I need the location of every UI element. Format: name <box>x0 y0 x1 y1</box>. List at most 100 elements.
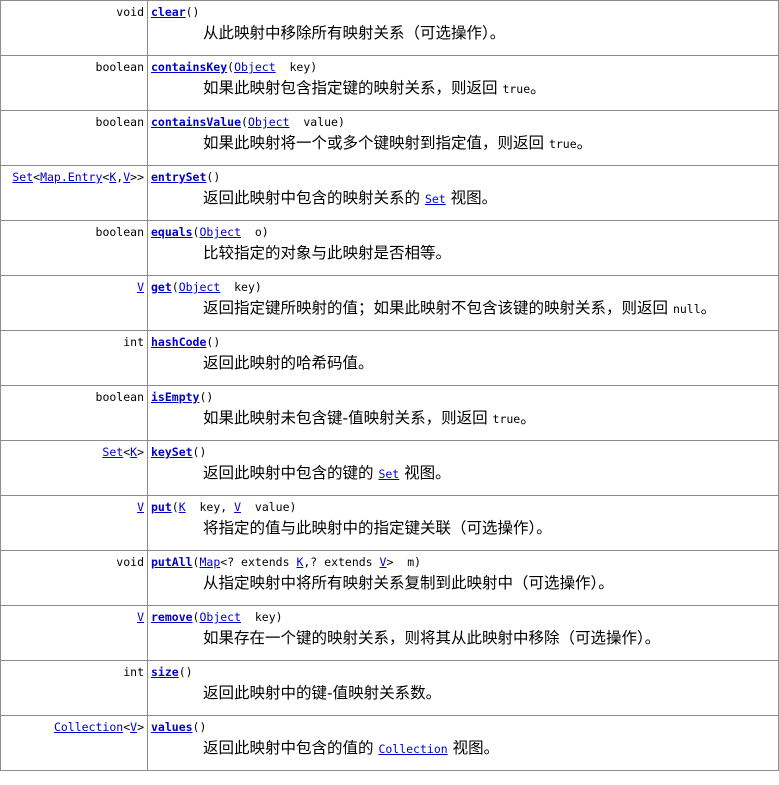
description-text: 返回此映射中包含的值的 <box>203 739 379 757</box>
method-signature: isEmpty() <box>151 390 778 405</box>
type-link[interactable]: Object <box>199 610 241 624</box>
method-description: 返回此映射中包含的映射关系的 Set 视图。 <box>203 188 778 209</box>
method-row: void putAll(Map<? extends K,? extends V> … <box>0 550 779 606</box>
type-link[interactable]: Set <box>378 467 399 481</box>
parameter-text: key) <box>220 280 262 294</box>
return-type: boolean <box>0 220 148 276</box>
description-text: 返回此映射中的键-值映射关系数。 <box>203 684 442 702</box>
method-detail: containsValue(Object value) 如果此映射将一个或多个键映… <box>147 110 779 166</box>
return-type-text: int <box>123 335 144 349</box>
type-link[interactable]: Object <box>179 280 221 294</box>
description-text: 。 <box>520 409 536 427</box>
parameter-text: key) <box>241 610 283 624</box>
method-name-link[interactable]: keySet <box>151 445 193 459</box>
type-link[interactable]: Collection <box>54 720 123 734</box>
parameter-text: () <box>206 335 221 349</box>
method-row: Set<Map.Entry<K,V>> entrySet() 返回此映射中包含的映射… <box>0 165 779 221</box>
method-row: boolean containsKey(Object key) 如果此映射包含指定键… <box>0 55 779 111</box>
method-detail: put(K key, V value) 将指定的值与此映射中的指定键关联（可选操作… <box>147 495 779 551</box>
method-description: 从此映射中移除所有映射关系（可选操作）。 <box>203 23 778 43</box>
type-link[interactable]: Set <box>102 445 123 459</box>
method-name-link[interactable]: remove <box>151 610 193 624</box>
method-name-link[interactable]: get <box>151 280 172 294</box>
return-type-text: boolean <box>95 60 144 74</box>
parameter-text: ( <box>171 500 179 514</box>
description-text: 从此映射中移除所有映射关系（可选操作）。 <box>203 24 506 42</box>
parameter-text: () <box>192 445 207 459</box>
method-signature: containsKey(Object key) <box>151 60 778 75</box>
method-row: boolean isEmpty() 如果此映射未包含键-值映射关系，则返回 true… <box>0 385 779 441</box>
return-type-text: void <box>116 555 144 569</box>
return-type-text: > <box>137 720 144 734</box>
method-row: boolean equals(Object o) 比较指定的对象与此映射是否相等。 <box>0 220 779 276</box>
method-signature: clear() <box>151 5 778 20</box>
description-text: 返回此映射的哈希码值。 <box>203 354 374 372</box>
type-link[interactable]: V <box>137 500 144 514</box>
method-name-link[interactable]: size <box>151 665 179 679</box>
method-description: 如果此映射未包含键-值映射关系，则返回 true。 <box>203 408 778 429</box>
type-link[interactable]: Set <box>425 192 446 206</box>
method-description: 如果此映射将一个或多个键映射到指定值，则返回 true。 <box>203 133 778 154</box>
method-name-link[interactable]: putAll <box>151 555 193 569</box>
type-link[interactable]: Object <box>234 60 276 74</box>
type-link[interactable]: Object <box>248 115 290 129</box>
code-literal: true <box>548 137 577 151</box>
method-description: 返回此映射中包含的值的 Collection 视图。 <box>203 738 778 759</box>
parameter-text: value) <box>289 115 345 129</box>
method-row: Vremove(Object key) 如果存在一个键的映射关系，则将其从此映射中… <box>0 605 779 661</box>
return-type: int <box>0 330 148 386</box>
parameter-text: () <box>199 390 214 404</box>
code-literal: null <box>672 302 701 316</box>
method-signature: values() <box>151 720 778 735</box>
method-signature: containsValue(Object value) <box>151 115 778 130</box>
parameter-text: key) <box>275 60 318 74</box>
type-link[interactable]: Object <box>199 225 241 239</box>
code-literal: true <box>492 412 521 426</box>
code-literal: true <box>502 82 531 96</box>
description-text: 视图。 <box>399 464 451 482</box>
method-name-link[interactable]: put <box>151 500 172 514</box>
method-signature: equals(Object o) <box>151 225 778 240</box>
method-row: Vget(Object key) 返回指定键所映射的值；如果此映射不包含该键的映射… <box>0 275 779 331</box>
type-link[interactable]: V <box>137 610 144 624</box>
method-detail: clear() 从此映射中移除所有映射关系（可选操作）。 <box>147 0 779 56</box>
type-link[interactable]: K <box>179 500 186 514</box>
method-name-link[interactable]: entrySet <box>151 170 206 184</box>
parameter-text: o) <box>241 225 269 239</box>
description-text: 视图。 <box>445 189 498 207</box>
return-type: void <box>0 550 148 606</box>
return-type: void <box>0 0 148 56</box>
type-link[interactable]: V <box>137 280 144 294</box>
method-signature: hashCode() <box>151 335 778 350</box>
method-name-link[interactable]: containsKey <box>151 60 227 74</box>
parameter-text: () <box>206 170 221 184</box>
method-name-link[interactable]: values <box>151 720 193 734</box>
method-name-link[interactable]: hashCode <box>151 335 206 349</box>
type-link[interactable]: Map.Entry <box>40 170 102 184</box>
method-signature: keySet() <box>151 445 778 460</box>
parameter-text: ,? extends <box>303 555 380 569</box>
description-text: 返回此映射中包含的映射关系的 <box>203 189 425 207</box>
method-name-link[interactable]: containsValue <box>151 115 241 129</box>
type-link[interactable]: Set <box>12 170 33 184</box>
return-type: boolean <box>0 55 148 111</box>
description-text: 如果存在一个键的映射关系，则将其从此映射中移除（可选操作）。 <box>203 629 661 647</box>
method-name-link[interactable]: clear <box>151 5 186 19</box>
return-type: boolean <box>0 385 148 441</box>
description-text: 将指定的值与此映射中的指定键关联（可选操作）。 <box>203 519 552 537</box>
method-detail: entrySet() 返回此映射中包含的映射关系的 Set 视图。 <box>147 165 779 221</box>
method-name-link[interactable]: equals <box>151 225 193 239</box>
method-detail: get(Object key) 返回指定键所映射的值；如果此映射不包含该键的映射关… <box>147 275 779 331</box>
parameter-text: () <box>185 5 200 19</box>
return-type-text: int <box>123 665 144 679</box>
return-type: V <box>0 605 148 661</box>
type-link[interactable]: Map <box>199 555 220 569</box>
return-type: boolean <box>0 110 148 166</box>
description-text: 如果此映射未包含键-值映射关系，则返回 <box>203 409 493 427</box>
method-description: 比较指定的对象与此映射是否相等。 <box>203 243 778 263</box>
method-description: 返回此映射的哈希码值。 <box>203 353 778 373</box>
type-link[interactable]: Collection <box>378 742 447 756</box>
method-detail: containsKey(Object key) 如果此映射包含指定键的映射关系，则… <box>147 55 779 111</box>
method-description: 返回此映射中的键-值映射关系数。 <box>203 683 778 703</box>
method-name-link[interactable]: isEmpty <box>151 390 199 404</box>
